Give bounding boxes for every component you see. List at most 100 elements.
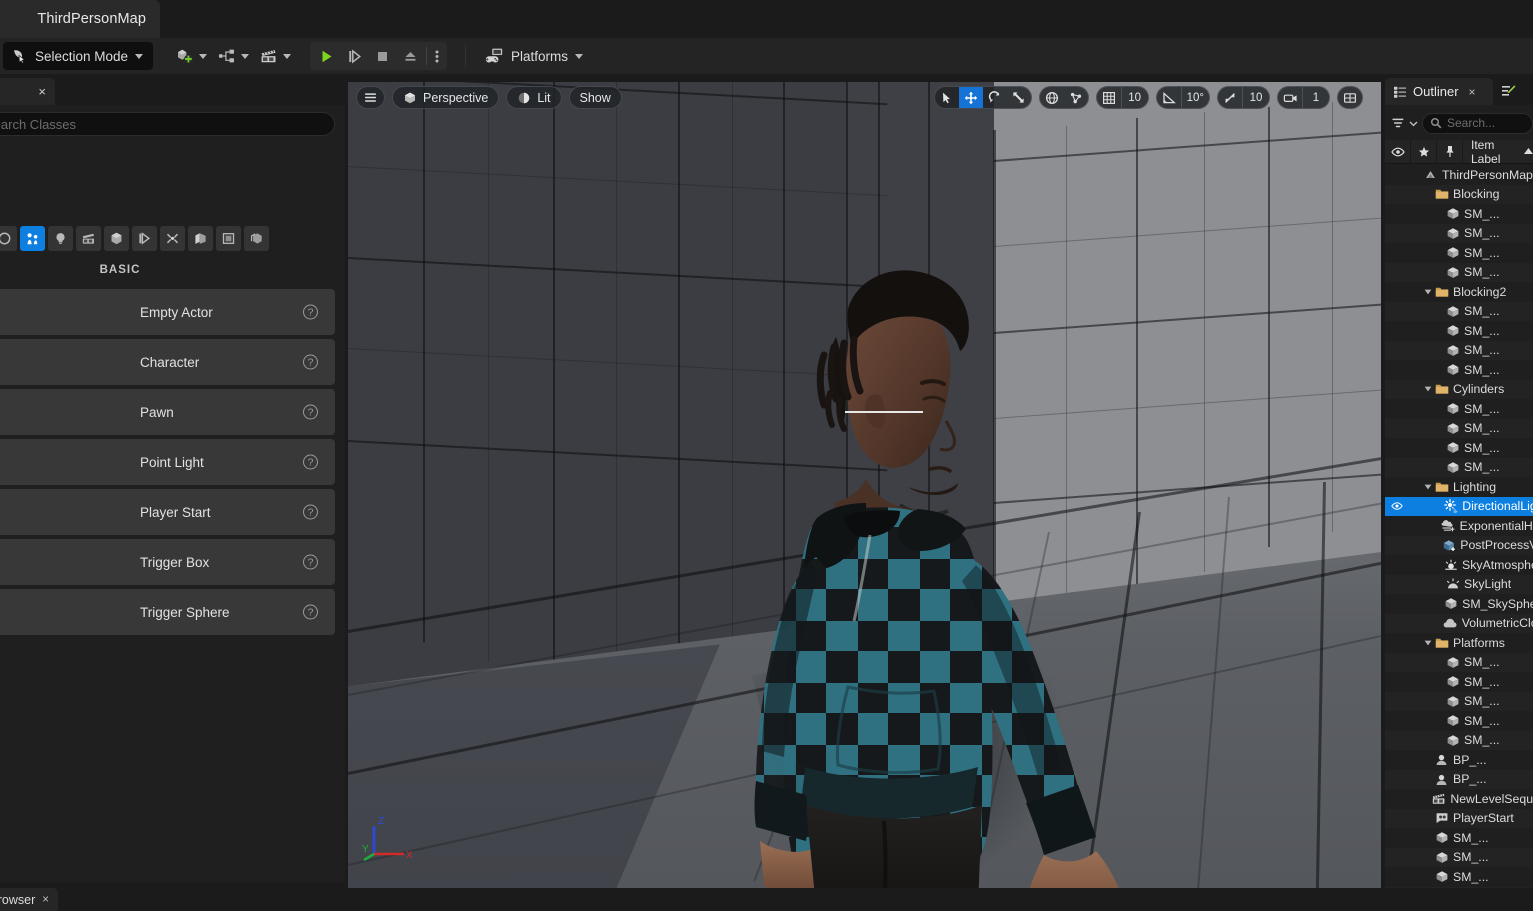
cinematics-button[interactable]: [254, 41, 296, 71]
place-actor-item-trigger-box[interactable]: Trigger Box ?: [0, 539, 335, 585]
expander-icon[interactable]: [1422, 483, 1433, 491]
star-icon[interactable]: [1411, 139, 1437, 164]
outliner-row[interactable]: SM_...: [1385, 457, 1533, 477]
outliner-row[interactable]: SM_...: [1385, 652, 1533, 672]
show-menu-button[interactable]: Show: [568, 86, 622, 109]
outliner-row[interactable]: BP_...: [1385, 750, 1533, 770]
lights-category-icon[interactable]: [48, 226, 73, 251]
outliner-row[interactable]: PlayerStart: [1385, 808, 1533, 828]
place-actor-item-character[interactable]: Character ?: [0, 339, 335, 385]
rotate-tool-button[interactable]: [983, 87, 1007, 108]
scale-snap-value[interactable]: 10: [1242, 87, 1269, 108]
select-tool-button[interactable]: [935, 87, 959, 108]
close-icon[interactable]: ×: [38, 84, 46, 99]
place-actor-item-point-light[interactable]: Point Light ?: [0, 439, 335, 485]
skip-frame-button[interactable]: [340, 42, 368, 70]
grid-snap-button[interactable]: [1097, 87, 1121, 108]
character-mannequin[interactable]: [548, 187, 1168, 888]
level-tab[interactable]: ThirdPersonMap: [0, 0, 160, 38]
play-button[interactable]: [312, 42, 340, 70]
angle-snap-value[interactable]: 10°: [1180, 87, 1209, 108]
eye-icon[interactable]: [1390, 500, 1404, 512]
outliner-row[interactable]: Cylinders: [1385, 379, 1533, 399]
outliner-row[interactable]: ExponentialHeightFog: [1385, 516, 1533, 536]
expander-icon[interactable]: [1422, 288, 1433, 296]
basic-category-icon[interactable]: [20, 226, 45, 251]
item-label-column-header[interactable]: Item Label: [1463, 138, 1533, 166]
viewport-layout-button[interactable]: [1338, 87, 1362, 108]
outliner-row[interactable]: SM_SkySphere: [1385, 594, 1533, 614]
help-icon[interactable]: ?: [303, 504, 318, 520]
help-icon[interactable]: ?: [303, 304, 318, 320]
outliner-row[interactable]: SM_...: [1385, 418, 1533, 438]
expander-icon[interactable]: [1422, 639, 1433, 647]
details-tab[interactable]: [1495, 78, 1522, 105]
outliner-row[interactable]: SM_...: [1385, 301, 1533, 321]
close-icon[interactable]: ×: [1469, 85, 1476, 99]
cinematic-category-icon[interactable]: [76, 226, 101, 251]
help-icon[interactable]: ?: [303, 404, 318, 420]
outliner-row[interactable]: SM_...: [1385, 243, 1533, 263]
outliner-row[interactable]: SM_...: [1385, 340, 1533, 360]
eject-button[interactable]: [396, 42, 424, 70]
camera-speed-value[interactable]: 1: [1302, 87, 1329, 108]
volumes-category-icon[interactable]: [160, 226, 185, 251]
outliner-row[interactable]: SM_...: [1385, 711, 1533, 731]
content-browser-tab[interactable]: Content Browser ×: [0, 888, 58, 911]
outliner-row[interactable]: PostProcessVolume: [1385, 535, 1533, 555]
outliner-row[interactable]: SM_...: [1385, 204, 1533, 224]
outliner-search-input[interactable]: Search...: [1422, 112, 1533, 134]
stop-button[interactable]: [368, 42, 396, 70]
outliner-row[interactable]: SM_...: [1385, 262, 1533, 282]
outliner-row[interactable]: SM_...: [1385, 399, 1533, 419]
all-classes-category-icon[interactable]: [188, 226, 213, 251]
outliner-row[interactable]: Blocking2: [1385, 282, 1533, 302]
geometry-category-icon[interactable]: [216, 226, 241, 251]
help-icon[interactable]: ?: [303, 454, 318, 470]
add-actor-button[interactable]: [170, 41, 212, 71]
outliner-row[interactable]: SM_...: [1385, 360, 1533, 380]
close-icon[interactable]: ×: [42, 894, 49, 906]
place-actor-item-empty-actor[interactable]: Empty Actor ?: [0, 289, 335, 335]
grid-snap-value[interactable]: 10: [1120, 87, 1148, 108]
visual-effects-category-icon[interactable]: [132, 226, 157, 251]
outliner-row[interactable]: SM_...: [1385, 672, 1533, 692]
scale-snap-button[interactable]: [1218, 87, 1242, 108]
surface-snap-button[interactable]: [1064, 87, 1088, 108]
more-options-button[interactable]: [429, 42, 445, 70]
platforms-button[interactable]: Platforms: [476, 41, 591, 71]
help-icon[interactable]: ?: [303, 354, 318, 370]
help-icon[interactable]: ?: [303, 604, 318, 620]
shapes-category-icon[interactable]: [104, 226, 129, 251]
angle-snap-button[interactable]: [1157, 87, 1181, 108]
outliner-row-selected[interactable]: DirectionalLight: [1385, 496, 1533, 516]
scale-tool-button[interactable]: [1007, 87, 1031, 108]
outliner-row[interactable]: ThirdPersonMap: [1385, 165, 1533, 185]
place-actor-item-trigger-sphere[interactable]: Trigger Sphere ?: [0, 589, 335, 635]
favorites-category-icon[interactable]: [0, 226, 17, 251]
viewport-menu-button[interactable]: [356, 86, 385, 109]
outliner-row[interactable]: SkyLight: [1385, 574, 1533, 594]
outliner-row[interactable]: Blocking: [1385, 184, 1533, 204]
outliner-row[interactable]: SM_...: [1385, 691, 1533, 711]
outliner-row[interactable]: SM_...: [1385, 223, 1533, 243]
expander-icon[interactable]: [1422, 385, 1433, 393]
help-icon[interactable]: ?: [303, 554, 318, 570]
eye-icon[interactable]: [1385, 139, 1411, 164]
outliner-row[interactable]: VolumetricCloud: [1385, 613, 1533, 633]
outliner-row[interactable]: SM_...: [1385, 828, 1533, 848]
place-actors-tab[interactable]: ×: [0, 78, 55, 105]
blueprints-button[interactable]: [212, 41, 254, 71]
recently-placed-category-icon[interactable]: [244, 226, 269, 251]
outliner-row[interactable]: Lighting: [1385, 477, 1533, 497]
view-mode-button[interactable]: Lit: [506, 86, 562, 109]
outliner-row[interactable]: SM_...: [1385, 730, 1533, 750]
outliner-row[interactable]: NewLevelSequence: [1385, 789, 1533, 809]
outliner-row[interactable]: SM_...: [1385, 867, 1533, 887]
pin-icon[interactable]: [1437, 139, 1463, 164]
place-actor-item-pawn[interactable]: Pawn ?: [0, 389, 335, 435]
move-tool-button[interactable]: [958, 87, 983, 108]
place-actors-search-input[interactable]: Search Classes: [0, 112, 335, 136]
outliner-row[interactable]: SkyAtmosphere: [1385, 555, 1533, 575]
level-viewport[interactable]: Z X Y Perspective Lit Show 10 10° 10 1: [348, 82, 1381, 888]
